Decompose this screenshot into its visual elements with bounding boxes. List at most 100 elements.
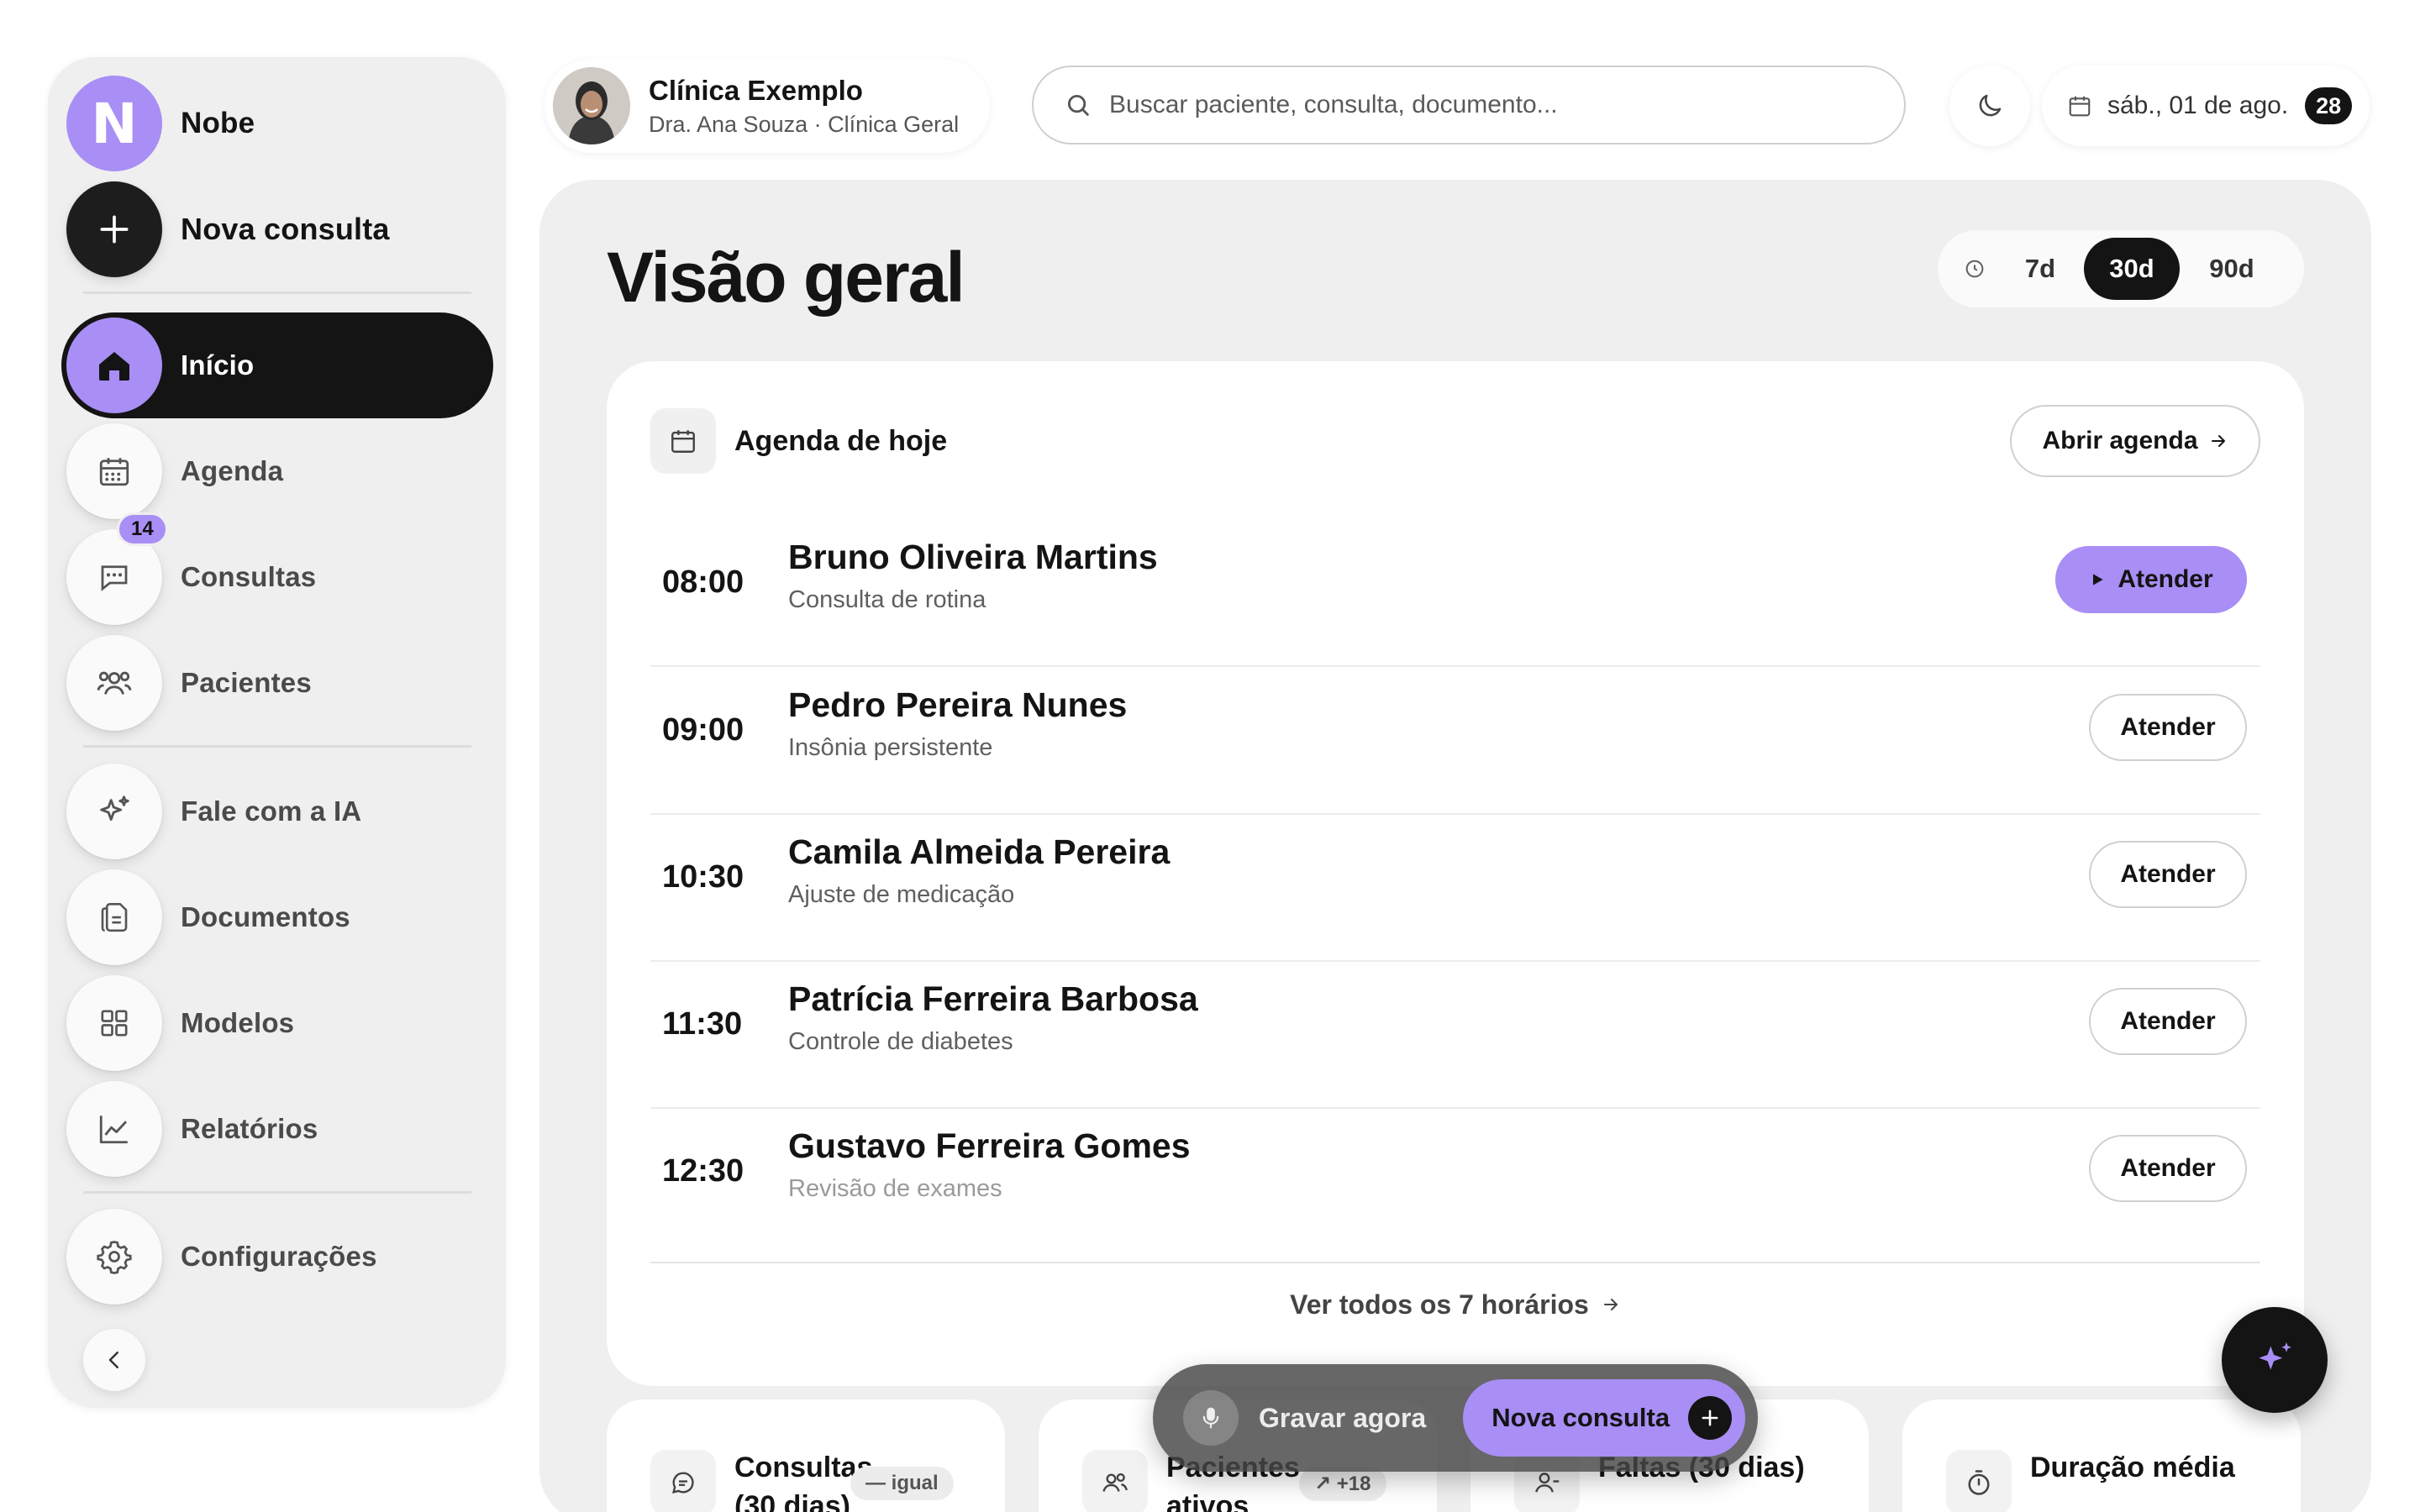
range-7d[interactable]: 7d bbox=[1996, 238, 2084, 300]
page-title: Visão geral bbox=[607, 238, 965, 317]
stat-title: Duração média bbox=[2030, 1452, 2235, 1483]
search-input[interactable]: Buscar paciente, consulta, documento... bbox=[1032, 66, 1906, 144]
sidebar-item-pacientes[interactable]: Pacientes bbox=[66, 635, 312, 731]
row-divider bbox=[650, 665, 2260, 667]
sidebar-item-label: Agenda bbox=[181, 455, 284, 486]
mic-button[interactable] bbox=[1183, 1390, 1239, 1446]
brand[interactable]: N Nobe bbox=[66, 76, 255, 171]
main-panel: Visão geral 7d 30d 90d Agenda de hoje Ab… bbox=[539, 180, 2371, 1512]
sidebar-item-agenda[interactable]: Agenda bbox=[66, 423, 283, 519]
appointment-row: 12:30 Gustavo Ferreira Gomes Revisão de … bbox=[650, 1110, 2260, 1256]
sidebar-item-label: Consultas bbox=[181, 561, 317, 592]
sidebar-item-relatorios[interactable]: Relatórios bbox=[66, 1081, 318, 1177]
clinic-name: Clínica Exemplo bbox=[649, 74, 863, 106]
row-divider bbox=[650, 960, 2260, 962]
date-text: sáb., 01 de ago. bbox=[2107, 92, 2289, 119]
attend-button[interactable]: Atender bbox=[2089, 841, 2247, 908]
sparkle-icon bbox=[66, 764, 162, 859]
avatar bbox=[553, 67, 630, 144]
arrow-right-icon bbox=[2211, 435, 2225, 447]
see-all-slots-link[interactable]: Ver todos os 7 horários bbox=[650, 1262, 2260, 1346]
moon-icon bbox=[1979, 94, 2002, 117]
new-consultation-button[interactable]: Nova consulta bbox=[66, 181, 390, 277]
agenda-title: Agenda de hoje bbox=[734, 424, 948, 457]
play-icon bbox=[2093, 574, 2103, 585]
consultas-count-badge: 14 bbox=[117, 512, 168, 546]
appointment-row: 11:30 Patrícia Ferreira Barbosa Controle… bbox=[650, 963, 2260, 1109]
sidebar-item-fale-com-ia[interactable]: Fale com a IA bbox=[66, 764, 361, 859]
open-agenda-button[interactable]: Abrir agenda bbox=[2010, 405, 2260, 477]
attend-button[interactable]: Atender bbox=[2089, 988, 2247, 1055]
users-icon bbox=[66, 635, 162, 731]
logo-letter: N bbox=[91, 91, 138, 156]
appointment-time: 11:30 bbox=[662, 1006, 743, 1042]
sidebar-collapse-button[interactable] bbox=[83, 1329, 145, 1391]
brand-name: Nobe bbox=[181, 107, 255, 139]
sidebar-item-configuracoes[interactable]: Configurações bbox=[66, 1209, 377, 1305]
theme-toggle-button[interactable] bbox=[1949, 66, 2030, 146]
floating-new-consultation-button[interactable]: Nova consulta bbox=[1463, 1379, 1746, 1457]
clock-icon bbox=[1965, 260, 1984, 278]
attend-button[interactable]: Atender bbox=[2089, 694, 2247, 761]
range-30d[interactable]: 30d bbox=[2084, 238, 2180, 300]
appointment-row: 10:30 Camila Almeida Pereira Ajuste de m… bbox=[650, 816, 2260, 962]
row-divider bbox=[650, 813, 2260, 815]
stat-card-consultas[interactable]: Consultas (30 dias) — igual bbox=[607, 1399, 1005, 1512]
stat-trend-pill: — igual bbox=[850, 1467, 954, 1500]
calendar-icon bbox=[2069, 96, 2091, 117]
home-icon bbox=[66, 318, 162, 413]
sidebar-item-label: Fale com a IA bbox=[181, 795, 362, 827]
appointment-time: 08:00 bbox=[662, 564, 744, 600]
appointment-type: Consulta de rotina bbox=[788, 586, 986, 613]
patient-name: Pedro Pereira Nunes bbox=[788, 685, 1128, 724]
plus-icon bbox=[66, 181, 162, 277]
sidebar-divider bbox=[83, 745, 471, 748]
appointment-row: 09:00 Pedro Pereira Nunes Insônia persis… bbox=[650, 669, 2260, 815]
attend-label: Atender bbox=[2118, 565, 2213, 593]
calendar-icon bbox=[66, 423, 162, 519]
ai-assistant-button[interactable] bbox=[2222, 1307, 2328, 1413]
appointment-time: 09:00 bbox=[662, 712, 744, 748]
sidebar-item-consultas[interactable]: 14 Consultas bbox=[66, 512, 317, 625]
record-now-button[interactable]: Gravar agora bbox=[1259, 1403, 1426, 1434]
chat-icon bbox=[650, 1450, 716, 1512]
stat-card-duracao[interactable]: Duração média bbox=[1902, 1399, 2301, 1512]
sidebar-item-inicio[interactable]: Início bbox=[61, 312, 493, 418]
chat-icon: 14 bbox=[66, 512, 168, 625]
appointment-type: Ajuste de medicação bbox=[788, 881, 1015, 908]
arrow-right-icon bbox=[1603, 1299, 1618, 1310]
patient-name: Patrícia Ferreira Barbosa bbox=[788, 979, 1198, 1018]
date-selector[interactable]: sáb., 01 de ago. 28 bbox=[2042, 66, 2370, 146]
appointment-time: 12:30 bbox=[662, 1153, 744, 1189]
gear-icon bbox=[66, 1209, 162, 1305]
sidebar-item-label: Modelos bbox=[181, 1007, 295, 1038]
floating-new-consultation-label: Nova consulta bbox=[1491, 1403, 1670, 1432]
see-all-label: Ver todos os 7 horários bbox=[1290, 1289, 1589, 1320]
open-agenda-label: Abrir agenda bbox=[2042, 427, 2198, 454]
document-icon bbox=[66, 869, 162, 965]
appointment-row: 08:00 Bruno Oliveira Martins Consulta de… bbox=[650, 521, 2260, 667]
attend-button[interactable]: Atender bbox=[2089, 1135, 2247, 1202]
search-icon bbox=[1067, 94, 1089, 116]
quick-action-bar: Gravar agora Nova consulta bbox=[1153, 1364, 1758, 1472]
plus-icon bbox=[1688, 1396, 1733, 1440]
stat-trend-pill: ↗ +18 bbox=[1299, 1467, 1386, 1501]
range-90d[interactable]: 90d bbox=[2180, 238, 2284, 300]
row-divider bbox=[650, 1107, 2260, 1109]
sidebar-item-label: Relatórios bbox=[181, 1113, 318, 1144]
sidebar-item-label: Pacientes bbox=[181, 667, 312, 698]
patient-name: Bruno Oliveira Martins bbox=[788, 538, 1158, 576]
sparkle-icon bbox=[2259, 1342, 2291, 1370]
clinic-subtitle: Dra. Ana Souza · Clínica Geral bbox=[649, 111, 960, 137]
calendar-icon bbox=[650, 408, 716, 474]
range-selector: 7d 30d 90d bbox=[1938, 230, 2304, 307]
sidebar-item-documentos[interactable]: Documentos bbox=[66, 869, 350, 965]
clinic-profile[interactable]: Clínica Exemplo Dra. Ana Souza · Clínica… bbox=[544, 59, 990, 153]
search-placeholder: Buscar paciente, consulta, documento... bbox=[1109, 91, 1558, 118]
attend-button[interactable]: Atender bbox=[2055, 546, 2247, 613]
sidebar-item-label: Configurações bbox=[181, 1241, 377, 1272]
users-icon bbox=[1082, 1450, 1148, 1512]
logo: N bbox=[66, 76, 162, 171]
sidebar-item-modelos[interactable]: Modelos bbox=[66, 975, 294, 1071]
appointment-type: Insônia persistente bbox=[788, 734, 993, 761]
